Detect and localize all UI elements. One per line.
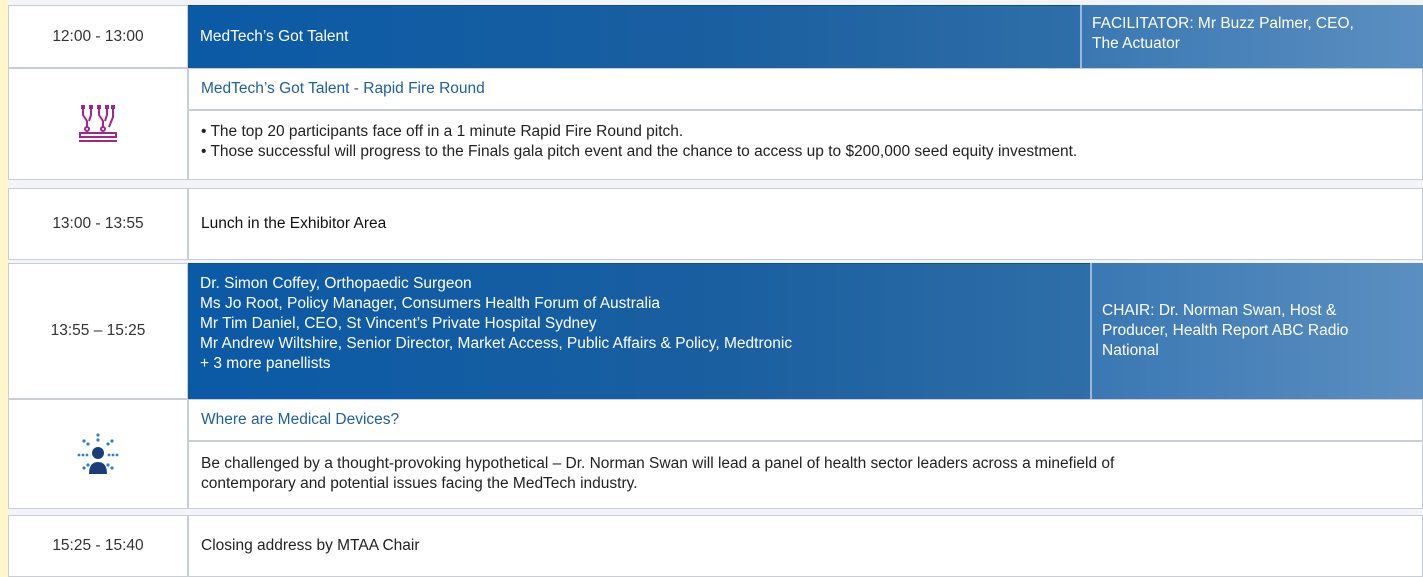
session-time: 13:00 - 13:55 [52, 215, 144, 232]
session-subtitle: MedTech’s Got Talent - Rapid Fire Round [201, 80, 485, 97]
speaker-line: Dr. Simon Coffey, Orthopaedic Surgeon [200, 275, 472, 292]
time-cell: 13:55 – 15:25 [8, 263, 188, 399]
description-line: Be challenged by a thought-provoking hyp… [201, 455, 1115, 472]
robotic-arms-icon [79, 105, 117, 142]
speaker-line: Mr Tim Daniel, CEO, St Vincent’s Private… [200, 315, 597, 332]
description-line: contemporary and potential issues facing… [201, 475, 638, 492]
session-subtitle-row: Where are Medical Devices? [188, 399, 1423, 441]
speaker-line: Mr Andrew Wiltshire, Senior Director, Ma… [200, 335, 793, 352]
session-subtitle: Where are Medical Devices? [201, 411, 400, 428]
session-description: • The top 20 participants face off in a … [188, 110, 1423, 180]
time-cell: 13:00 - 13:55 [8, 188, 188, 260]
facilitator-line: FACILITATOR: Mr Buzz Palmer, CEO, [1092, 15, 1354, 32]
agenda-page: 12:00 - 13:00 MedTech’s Got Talent FACIL… [0, 0, 1423, 577]
facilitator-cell: FACILITATOR: Mr Buzz Palmer, CEO, The Ac… [1080, 5, 1423, 68]
session-time: 12:00 - 13:00 [52, 27, 144, 45]
icon-cell [8, 68, 188, 180]
chair-cell: CHAIR: Dr. Norman Swan, Host & Producer,… [1090, 263, 1423, 399]
session-time: 13:55 – 15:25 [50, 322, 146, 339]
bullet-item: • Those successful will progress to the … [201, 143, 1078, 160]
session-title-row: Lunch in the Exhibitor Area [188, 188, 1423, 260]
speaker-line: Ms Jo Root, Policy Manager, Consumers He… [200, 295, 661, 312]
chair-line: CHAIR: Dr. Norman Swan, Host & [1102, 302, 1337, 319]
session-title: Closing address by MTAA Chair [201, 537, 420, 554]
session-title: MedTech’s Got Talent [200, 28, 349, 45]
time-cell: 12:00 - 13:00 [8, 5, 188, 68]
session-description: Be challenged by a thought-provoking hyp… [188, 441, 1423, 509]
panel-speakers: Dr. Simon Coffey, Orthopaedic Surgeon Ms… [188, 263, 1090, 399]
session-title: Lunch in the Exhibitor Area [201, 215, 387, 232]
time-cell: 15:25 - 15:40 [8, 515, 188, 577]
person-radiating-icon [77, 433, 119, 474]
session-title-row: Closing address by MTAA Chair [188, 515, 1423, 577]
session-subtitle-row: MedTech’s Got Talent - Rapid Fire Round [188, 68, 1423, 110]
speaker-line: + 3 more panellists [200, 355, 331, 372]
agenda-table: 12:00 - 13:00 MedTech’s Got Talent FACIL… [8, 0, 1423, 577]
icon-cell [8, 399, 188, 509]
session-title-bar: MedTech’s Got Talent [188, 5, 1080, 68]
chair-line: National [1102, 342, 1159, 359]
bullet-item: • The top 20 participants face off in a … [201, 123, 684, 140]
facilitator-line: The Actuator [1092, 35, 1180, 52]
chair-line: Producer, Health Report ABC Radio [1102, 322, 1349, 339]
session-time: 15:25 - 15:40 [52, 537, 144, 554]
